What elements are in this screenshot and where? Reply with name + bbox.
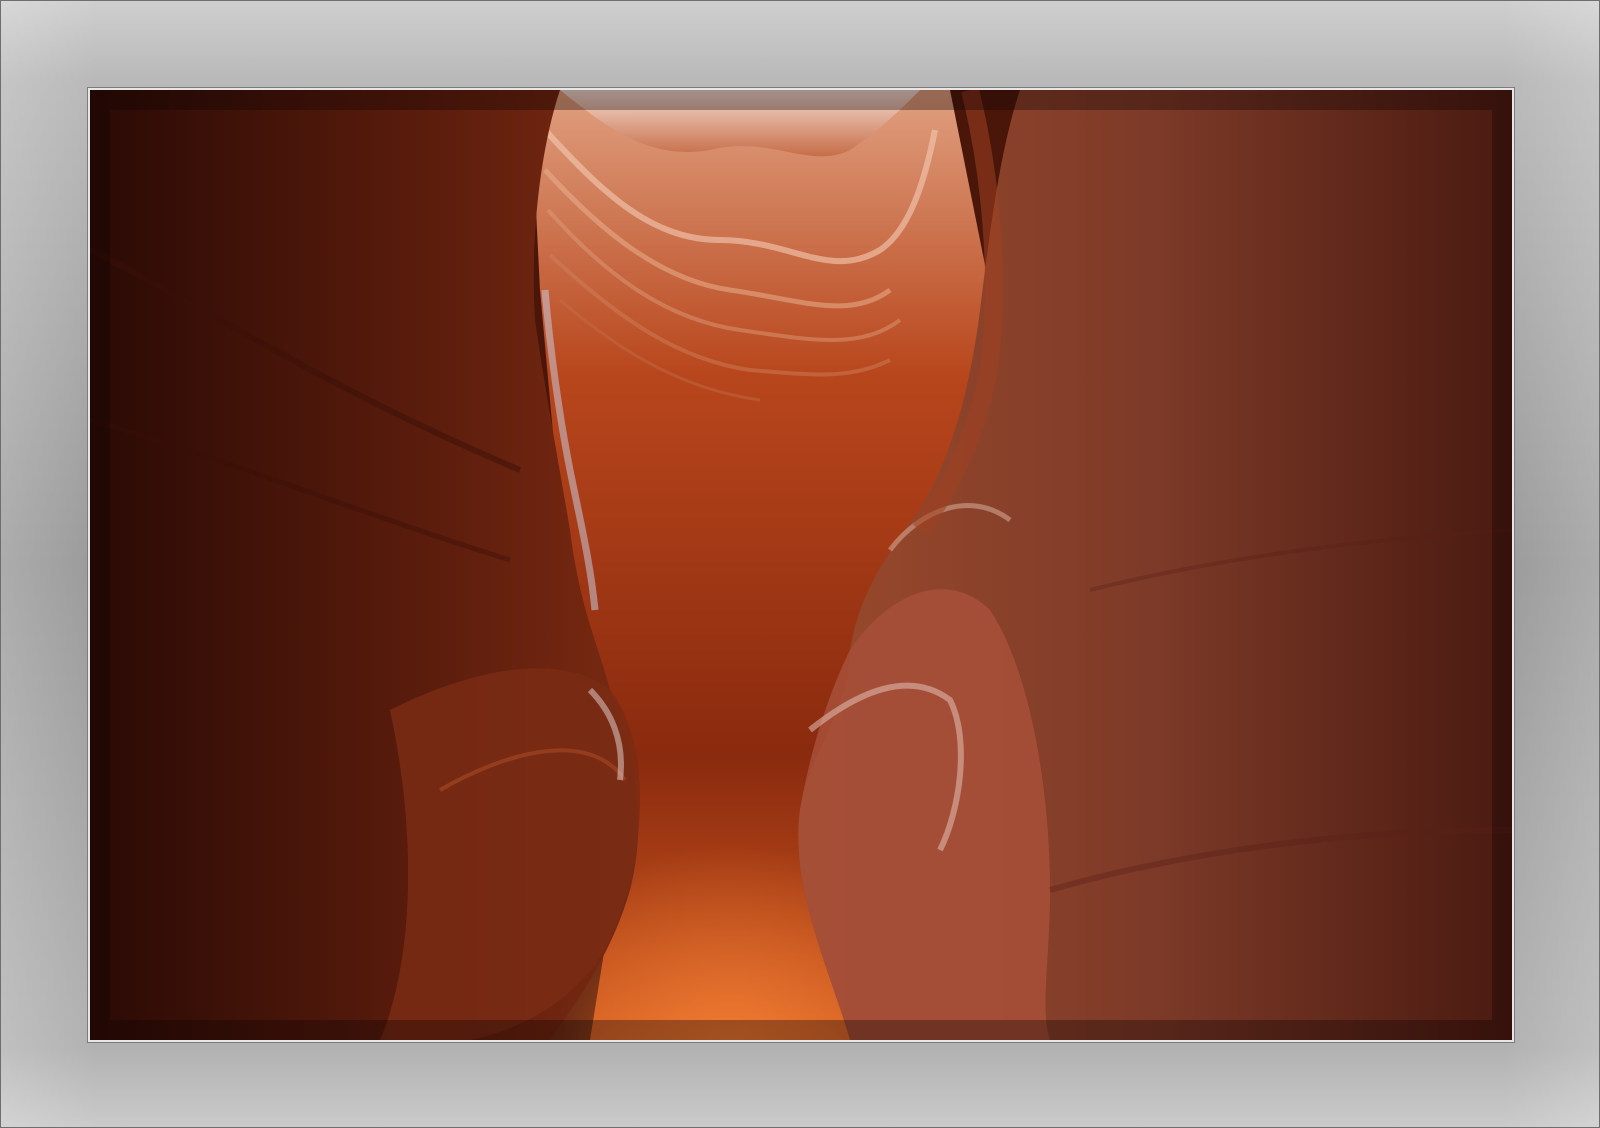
photo (88, 88, 1514, 1042)
picture-frame (0, 0, 1600, 1128)
canyon-photo-art (90, 90, 1512, 1040)
